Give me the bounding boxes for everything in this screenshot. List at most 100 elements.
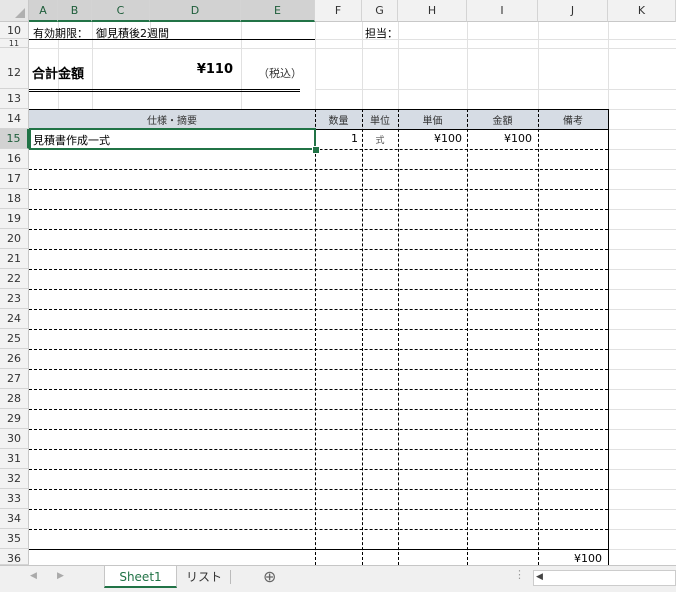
column-header-f[interactable]: F [315,0,362,22]
row-header-27[interactable]: 27 [0,369,29,389]
validity-value: 御見積後2週間 [96,27,169,40]
row-header-34[interactable]: 34 [0,509,29,529]
row-header-31[interactable]: 31 [0,449,29,469]
column-divider [362,109,363,565]
table-border [29,109,609,110]
gridline [608,309,676,310]
row-header-17[interactable]: 17 [0,169,29,189]
row-divider [29,429,608,430]
row-divider [29,369,608,370]
row-header-26[interactable]: 26 [0,349,29,369]
gridline [92,22,93,109]
row-header-14[interactable]: 14 [0,109,29,129]
item-qty: 1 [351,132,358,145]
row-header-20[interactable]: 20 [0,229,29,249]
total-underline [29,91,300,92]
row-header-24[interactable]: 24 [0,309,29,329]
row-divider [29,269,608,270]
gridline [608,349,676,350]
row-header-13[interactable]: 13 [0,89,29,109]
gridline [315,48,676,49]
column-header-e[interactable]: E [241,0,315,22]
column-header-j[interactable]: J [538,0,608,22]
validity-label: 有効期限： [33,27,88,40]
header-amount: 金額 [492,116,513,127]
row-divider [29,189,608,190]
column-header-g[interactable]: G [362,0,398,22]
row-header-15[interactable]: 15 [0,129,29,149]
gridline [608,389,676,390]
row-header-12[interactable]: 12 [0,48,29,89]
column-divider [315,109,316,565]
total-label: 合計金額 [32,67,85,82]
tab-separator [230,570,231,584]
row-header-22[interactable]: 22 [0,269,29,289]
gridline [608,549,676,550]
row-header-36[interactable]: 36 [0,549,29,565]
gridline [315,89,676,90]
gridline [398,22,399,109]
row-header-16[interactable]: 16 [0,149,29,169]
scroll-left-arrow-icon[interactable]: ◀ [536,572,543,582]
scroll-tabs-right-icon[interactable]: ▶ [57,571,64,581]
row-divider [29,169,608,170]
column-header-a[interactable]: A [29,0,58,22]
row-divider [29,209,608,210]
column-header-c[interactable]: C [92,0,150,22]
footer-total: ¥100 [574,552,602,565]
add-sheet-icon[interactable]: ⊕ [263,567,276,586]
scroll-tabs-left-icon[interactable]: ◀ [30,571,37,581]
gridline [608,209,676,210]
header-unit: 単位 [370,116,390,127]
tax-note: （税込） [258,67,302,80]
column-divider [467,109,468,565]
gridline [608,149,676,150]
row-divider [29,229,608,230]
item-unit: 式 [375,136,385,146]
column-header-d[interactable]: D [150,0,241,22]
column-header-i[interactable]: I [467,0,538,22]
column-header-k[interactable]: K [608,0,676,22]
row-header-11[interactable]: 11 [0,39,29,48]
gridline [362,22,363,109]
total-value: ¥110 [196,62,233,77]
gridline [608,369,676,370]
selected-cell[interactable] [29,128,316,150]
horizontal-scrollbar[interactable]: ◀ [533,570,676,586]
row-header-35[interactable]: 35 [0,529,29,549]
row-divider [29,389,608,390]
gridline [467,22,468,109]
row-header-30[interactable]: 30 [0,429,29,449]
split-handle-icon[interactable]: ⋮ [514,568,525,581]
fill-handle[interactable] [312,146,320,154]
gridline [608,429,676,430]
row-divider [29,409,608,410]
gridline [608,289,676,290]
table-border [608,109,609,565]
row-divider [29,249,608,250]
staff-label: 担当： [365,27,398,40]
row-divider [29,529,608,530]
row-header-21[interactable]: 21 [0,249,29,269]
select-all-corner[interactable] [0,0,29,22]
row-header-29[interactable]: 29 [0,409,29,429]
row-divider [29,489,608,490]
gridline [608,169,676,170]
row-header-28[interactable]: 28 [0,389,29,409]
gridline [29,48,315,49]
row-header-32[interactable]: 32 [0,469,29,489]
row-header-25[interactable]: 25 [0,329,29,349]
row-header-18[interactable]: 18 [0,189,29,209]
row-header-23[interactable]: 23 [0,289,29,309]
item-amount: ¥100 [504,132,532,145]
column-header-b[interactable]: B [58,0,92,22]
row-header-19[interactable]: 19 [0,209,29,229]
column-header-h[interactable]: H [398,0,467,22]
tab-list[interactable]: リスト [178,566,230,588]
gridline [608,249,676,250]
row-header-33[interactable]: 33 [0,489,29,509]
row-header-10[interactable]: 10 [0,22,29,39]
gridline [241,22,242,109]
gridline [608,449,676,450]
tab-sheet1[interactable]: Sheet1 [104,566,177,588]
